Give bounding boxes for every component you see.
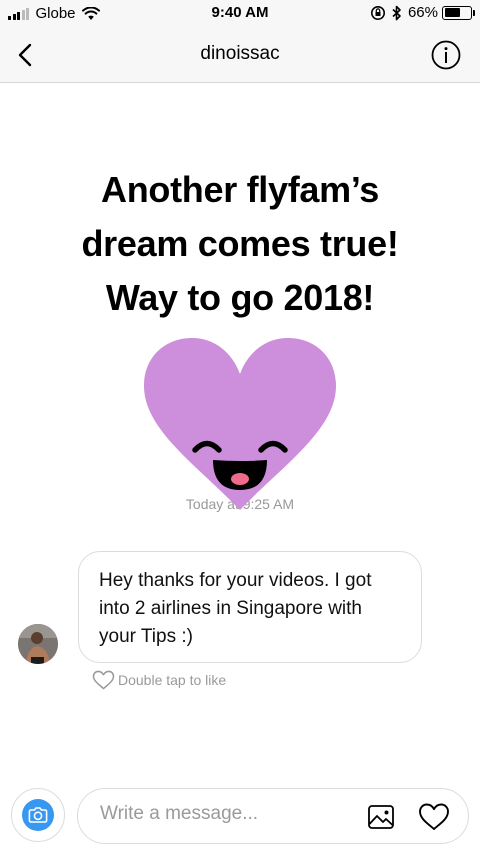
message-composer xyxy=(77,788,469,844)
status-right: 66% xyxy=(370,4,475,21)
status-bar: Globe 9:40 AM 66% xyxy=(0,0,480,28)
camera-icon xyxy=(22,799,54,831)
avatar-photo xyxy=(18,624,58,664)
orientation-lock-icon xyxy=(370,5,385,20)
battery-icon xyxy=(442,5,475,20)
gallery-icon[interactable] xyxy=(366,802,396,832)
info-icon[interactable] xyxy=(430,39,462,71)
heart-icon[interactable] xyxy=(418,801,450,833)
story-line: dream comes true! xyxy=(81,223,399,264)
message-input[interactable] xyxy=(100,803,340,825)
story-line: Another flyfam’s xyxy=(101,169,379,210)
story-line: Way to go 2018! xyxy=(105,277,375,318)
message-bubble[interactable]: Hey thanks for your videos. I got into 2… xyxy=(78,551,422,663)
story-text: Another flyfam’s dream comes true! Way t… xyxy=(40,163,440,325)
battery-percent: 66% xyxy=(407,4,438,21)
sender-avatar[interactable] xyxy=(18,624,58,664)
like-hint-label: Double tap to like xyxy=(118,672,227,688)
bluetooth-icon xyxy=(392,5,401,20)
camera-button[interactable] xyxy=(11,788,65,842)
conversation-header: dinoissac xyxy=(0,28,480,83)
direct-message-screen: Globe 9:40 AM 66% dinoissac Another flyf… xyxy=(0,0,480,854)
heart-outline-icon xyxy=(92,670,115,690)
smiling-heart-sticker xyxy=(144,338,336,510)
conversation-title[interactable]: dinoissac xyxy=(0,43,480,65)
double-tap-like-hint[interactable]: Double tap to like xyxy=(92,670,226,690)
